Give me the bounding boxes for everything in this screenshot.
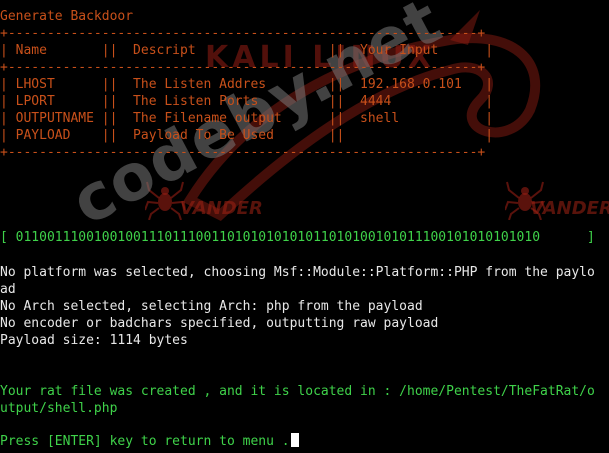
result-line: utput/shell.php	[0, 401, 118, 416]
output-line: No platform was selected, choosing Msf::…	[0, 265, 595, 280]
vander-watermark: VANDER	[180, 198, 263, 219]
table-border-bottom: +---------------------------------------…	[0, 145, 486, 160]
table-row: | OUTPUTNAME || The Filename output || s…	[0, 111, 494, 126]
result-line: Your rat file was created , and it is lo…	[0, 384, 595, 399]
spider-icon	[145, 181, 185, 220]
table-header-row: | Name || Descript || Your Input |	[0, 43, 494, 58]
table-border-top: +---------------------------------------…	[0, 26, 486, 41]
vander-watermark: VANDER	[530, 198, 609, 219]
table-row: | LHOST || The Listen Addres || 192.168.…	[0, 77, 494, 92]
menu-title: Generate Backdoor	[0, 9, 134, 24]
table-row: | PAYLOAD || Payload To Be Used || |	[0, 128, 494, 143]
spider-icon	[505, 181, 545, 220]
output-line: ad	[0, 282, 16, 297]
terminal-window[interactable]: KALI LINUX VANDER VANDER codeby.net Gene…	[0, 0, 609, 453]
progress-line: [ 01100111001001001110111001101010101010…	[0, 230, 595, 245]
output-line: Payload size: 1114 bytes	[0, 333, 188, 348]
return-prompt[interactable]: Press [ENTER] key to return to menu .	[0, 433, 299, 450]
text-cursor	[290, 433, 299, 447]
output-line: No encoder or badchars specified, output…	[0, 316, 439, 331]
prompt-text: Press [ENTER] key to return to menu .	[0, 434, 290, 449]
table-border-mid: +---------------------------------------…	[0, 60, 486, 75]
table-row: | LPORT || The Listen Ports || 4444 |	[0, 94, 494, 109]
output-line: No Arch selected, selecting Arch: php fr…	[0, 299, 423, 314]
